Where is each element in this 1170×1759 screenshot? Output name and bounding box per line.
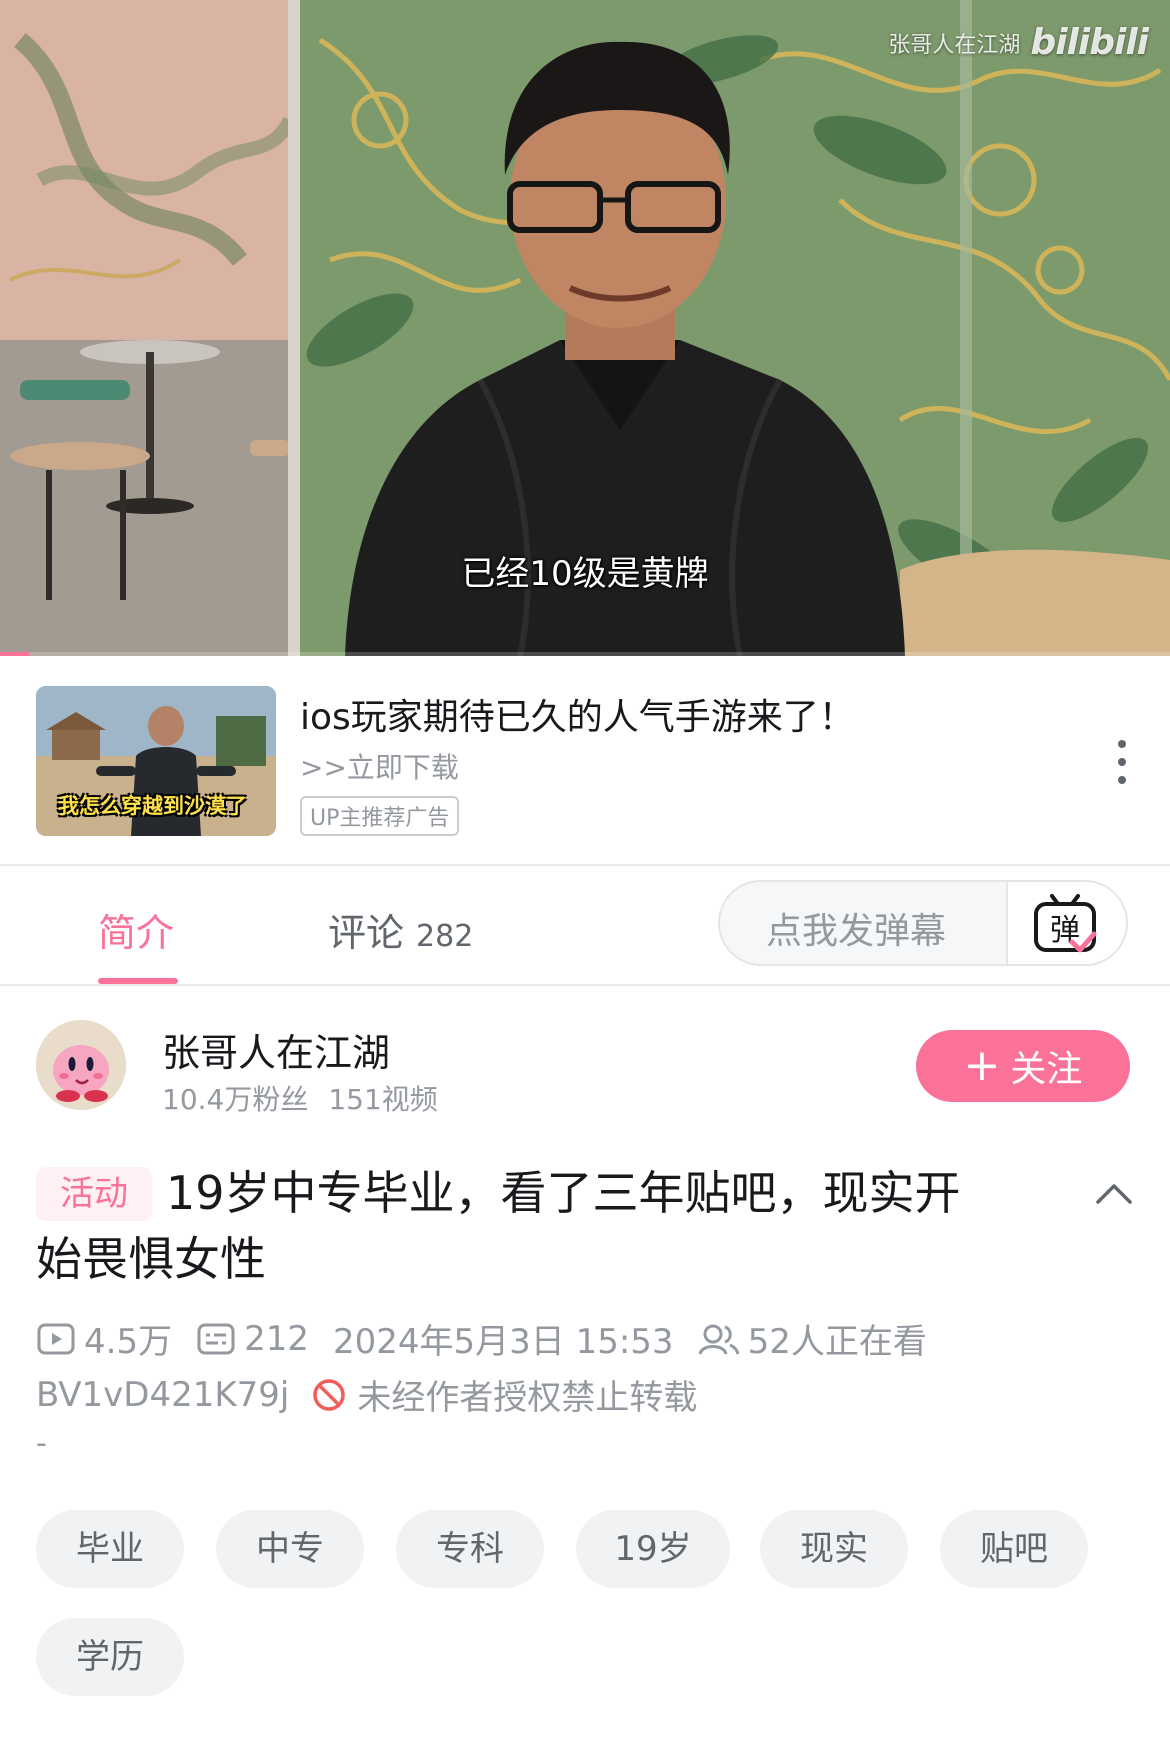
no-repost-icon bbox=[313, 1378, 346, 1411]
video-title: 活动 19岁中专毕业，看了三年贴吧，现实开 始畏惧女性 bbox=[36, 1160, 1016, 1292]
tab-comments[interactable]: 评论 282 bbox=[328, 902, 473, 957]
danmaku-count: 212 bbox=[244, 1318, 309, 1359]
plus-icon: + bbox=[963, 1040, 1001, 1091]
video-stats: 4.5万 212 2024年5月3日 15:53 52人正在看 bbox=[36, 1314, 951, 1363]
more-vertical-icon[interactable] bbox=[1114, 740, 1130, 784]
video-title-line-2: 始畏惧女性 bbox=[36, 1232, 266, 1286]
ad-card[interactable]: 我怎么穿越到沙漠了 ios玩家期待已久的人气手游来了！ >>立即下载 UP主推荐… bbox=[0, 656, 1170, 864]
ad-thumbnail-caption: 我怎么穿越到沙漠了 bbox=[58, 794, 247, 818]
publish-date: 2024年5月3日 15:53 bbox=[332, 1322, 674, 1362]
bilibili-logo: bilibili bbox=[1030, 22, 1149, 63]
watermark: 张哥人在江湖 bilibili bbox=[888, 22, 1149, 63]
follow-label: 关注 bbox=[1010, 1049, 1083, 1090]
video-ids: BV1vD421K79j 未经作者授权禁止转载 bbox=[36, 1370, 697, 1419]
tag-chip[interactable]: 毕业 bbox=[36, 1510, 184, 1588]
uploader-name[interactable]: 张哥人在江湖 bbox=[162, 1022, 390, 1077]
tag-chip[interactable]: 专科 bbox=[396, 1510, 544, 1588]
copyright-notice: 未经作者授权禁止转载 bbox=[357, 1378, 698, 1418]
danmaku-tv-icon: 弹 bbox=[1034, 894, 1097, 953]
ad-download-link[interactable]: >>立即下载 bbox=[300, 746, 459, 786]
danmaku-count-item: 212 bbox=[196, 1319, 309, 1359]
video-player[interactable]: 张哥人在江湖 bilibili 已经10级是黄牌 bbox=[0, 0, 1170, 656]
watermark-text: 张哥人在江湖 bbox=[888, 32, 1021, 58]
tag-chip[interactable]: 贴吧 bbox=[940, 1510, 1088, 1588]
watching-people-icon bbox=[698, 1324, 740, 1355]
tag-chip[interactable]: 现实 bbox=[760, 1510, 908, 1588]
play-count-icon bbox=[37, 1323, 75, 1354]
view-count-item: 4.5万 bbox=[36, 1314, 172, 1363]
ad-badge: UP主推荐广告 bbox=[300, 796, 460, 836]
video-subtitle: 已经10级是黄牌 bbox=[461, 554, 709, 594]
danmaku-input-box[interactable]: 点我发弹幕 弹 bbox=[718, 880, 1128, 966]
avatar-image bbox=[36, 1020, 126, 1110]
video-title-line-1: 19岁中专毕业，看了三年贴吧，现实开 bbox=[166, 1166, 961, 1220]
uploader-stats: 10.4万粉丝 151视频 bbox=[162, 1078, 438, 1118]
video-count: 151视频 bbox=[328, 1083, 438, 1116]
comments-count: 282 bbox=[416, 919, 474, 954]
tag-chip[interactable]: 中专 bbox=[216, 1510, 364, 1588]
ad-title[interactable]: ios玩家期待已久的人气手游来了！ bbox=[300, 688, 855, 740]
follow-button[interactable]: + 关注 bbox=[916, 1030, 1130, 1102]
tag-chip[interactable]: 学历 bbox=[36, 1618, 184, 1696]
activity-tag[interactable]: 活动 bbox=[36, 1167, 152, 1221]
danmaku-count-icon bbox=[197, 1323, 235, 1354]
watching-item: 52人正在看 bbox=[698, 1314, 927, 1363]
uploader-row: 张哥人在江湖 10.4万粉丝 151视频 + 关注 bbox=[0, 986, 1170, 1126]
chevron-up-icon[interactable] bbox=[1094, 1180, 1134, 1206]
tab-comments-label: 评论 bbox=[328, 911, 405, 955]
ad-thumbnail[interactable]: 我怎么穿越到沙漠了 bbox=[36, 686, 276, 836]
view-count: 4.5万 bbox=[84, 1322, 173, 1362]
watching-count: 52人正在看 bbox=[747, 1322, 927, 1362]
video-description: - bbox=[36, 1426, 47, 1461]
tab-intro[interactable]: 简介 bbox=[98, 902, 174, 957]
danmaku-settings-button[interactable]: 弹 bbox=[1006, 882, 1126, 964]
tab-bar: 简介 评论 282 点我发弹幕 弹 bbox=[0, 866, 1170, 984]
follower-count: 10.4万粉丝 bbox=[162, 1083, 309, 1116]
tag-chip[interactable]: 19岁 bbox=[576, 1510, 730, 1588]
danmaku-input[interactable]: 点我发弹幕 bbox=[766, 902, 946, 954]
avatar[interactable] bbox=[36, 1020, 126, 1110]
bvid[interactable]: BV1vD421K79j bbox=[36, 1375, 289, 1415]
